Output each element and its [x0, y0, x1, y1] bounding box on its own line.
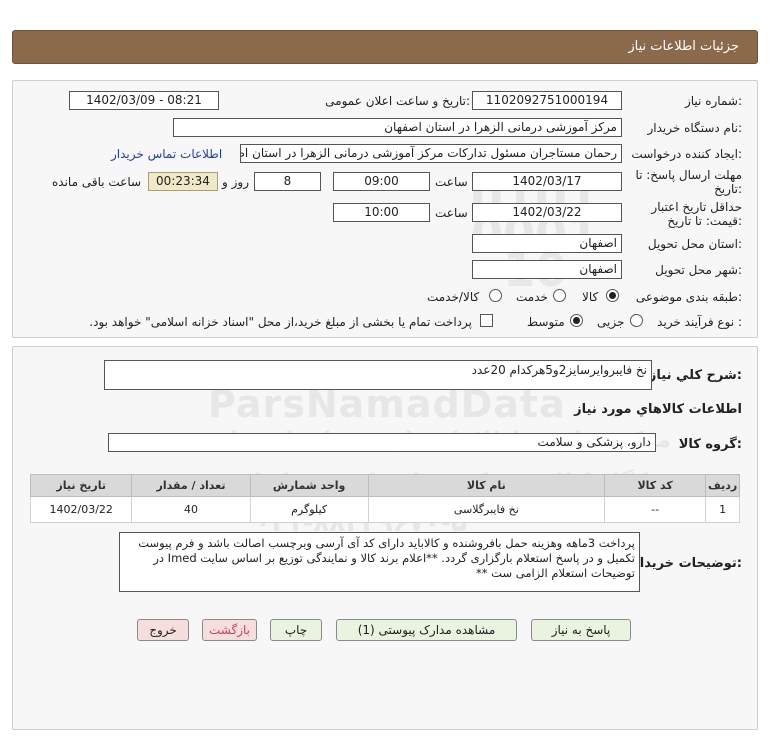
buyer-label: نام دستگاه خریدار: [647, 121, 743, 135]
summary-label: شرح کلي نياز: [648, 368, 742, 383]
announce-label: تاریخ و ساعت اعلان عمومی: [325, 94, 470, 108]
back-button[interactable]: بازگشت [202, 619, 257, 641]
cell-unit: کیلوگرم [249, 496, 369, 523]
need-number-label: شماره نیاز: [684, 94, 742, 108]
validity-label-2: قیمت: تا تاریخ: [667, 214, 742, 228]
table-row: 1 -- نخ فایبرگلاسی کیلوگرم 40 1402/03/22 [29, 496, 740, 523]
cell-quantity: 40 [131, 496, 251, 523]
category-radio-goods[interactable] [606, 289, 619, 302]
goods-group-label: گروه کالا: [678, 437, 742, 452]
buyer-notes-field: پرداخت 3ماهه وهزینه حمل بافروشنده و کالا… [119, 532, 640, 592]
buyer-field: مرکز آموزشی درمانی الزهرا در استان اصفها… [173, 118, 622, 137]
validity-time-field: 10:00 [333, 203, 430, 222]
page-header: جزئیات اطلاعات نیاز [12, 30, 758, 64]
deadline-label-2: تاریخ: [714, 182, 742, 196]
treasury-payment-text: پرداخت تمام یا بخشی از مبلغ خرید،از محل … [89, 315, 472, 329]
cell-code: -- [603, 496, 707, 523]
category-option-goods: کالا [582, 290, 599, 304]
validity-label: حداقل تاریخ اعتبار [651, 200, 742, 214]
need-number-field: 1102092751000194 [472, 91, 622, 110]
cell-row: 1 [705, 496, 740, 523]
deadline-time-field: 09:00 [333, 172, 430, 191]
validity-date-field: 1402/03/22 [472, 203, 622, 222]
category-radio-service[interactable] [553, 289, 566, 302]
summary-field: نخ فایبروایرسایز2و5هرکدام 20عدد [104, 360, 652, 390]
category-option-service: خدمت [516, 290, 548, 304]
goods-table-header: ردیف کد کالا نام کالا واحد شمارش تعداد /… [29, 474, 740, 497]
creator-field: رحمان مستاجران مسئول تدارکات مرکز آموزشی… [240, 144, 622, 163]
process-label: نوع فرآیند خرید : [657, 315, 742, 329]
process-radio-medium[interactable] [570, 314, 583, 327]
goods-info-title: اطلاعات کالاهاي مورد نياز [574, 402, 742, 417]
city-field: اصفهان [472, 260, 622, 279]
days-field: 8 [254, 172, 321, 191]
col-date: تاریخ نیاز [29, 474, 133, 497]
col-name: نام کالا [367, 474, 605, 497]
process-option-minor: جزیی [597, 315, 625, 329]
province-label: استان محل تحویل: [647, 237, 742, 251]
category-label: طبقه بندی موضوعی: [635, 290, 742, 304]
cell-date: 1402/03/22 [29, 496, 133, 523]
page-title: جزئیات اطلاعات نیاز [628, 39, 739, 54]
days-label: روز و [222, 175, 249, 189]
category-radio-goods-service[interactable] [489, 289, 502, 302]
buyer-notes-label: توضیحات خریدار: [632, 556, 742, 571]
deadline-label: مهلت ارسال پاسخ: تا [635, 168, 742, 182]
contact-buyer-link[interactable]: اطلاعات تماس خریدار [111, 147, 222, 161]
city-label: شهر محل تحویل: [655, 263, 742, 277]
province-field: اصفهان [472, 234, 622, 253]
col-code: کد کالا [603, 474, 707, 497]
deadline-date-field: 1402/03/17 [472, 172, 622, 191]
announce-field: 1402/03/09 - 08:21 [69, 91, 219, 110]
process-radio-minor[interactable] [630, 314, 643, 327]
col-unit: واحد شمارش [249, 474, 369, 497]
goods-table: ردیف کد کالا نام کالا واحد شمارش تعداد /… [29, 474, 740, 523]
exit-button[interactable]: خروج [137, 619, 189, 641]
col-quantity: تعداد / مقدار [131, 474, 251, 497]
treasury-payment-checkbox[interactable] [480, 314, 493, 327]
reply-button[interactable]: پاسخ به نیاز [531, 619, 631, 641]
category-option-goods-service: کالا/خدمت [427, 290, 480, 304]
goods-group-field: دارو، پزشکی و سلامت [108, 433, 656, 452]
deadline-time-label: ساعت [435, 175, 468, 189]
validity-time-label: ساعت [435, 206, 468, 220]
remaining-label: ساعت باقی مانده [52, 175, 142, 189]
process-option-medium: متوسط [527, 315, 565, 329]
cell-name: نخ فایبرگلاسی [367, 496, 605, 523]
attachments-button[interactable]: مشاهده مدارک پیوستی (1) [336, 619, 517, 641]
print-button[interactable]: چاپ [270, 619, 322, 641]
creator-label: ایجاد کننده درخواست: [631, 147, 742, 161]
remaining-time-field: 00:23:34 [148, 172, 218, 191]
col-row: ردیف [705, 474, 740, 497]
